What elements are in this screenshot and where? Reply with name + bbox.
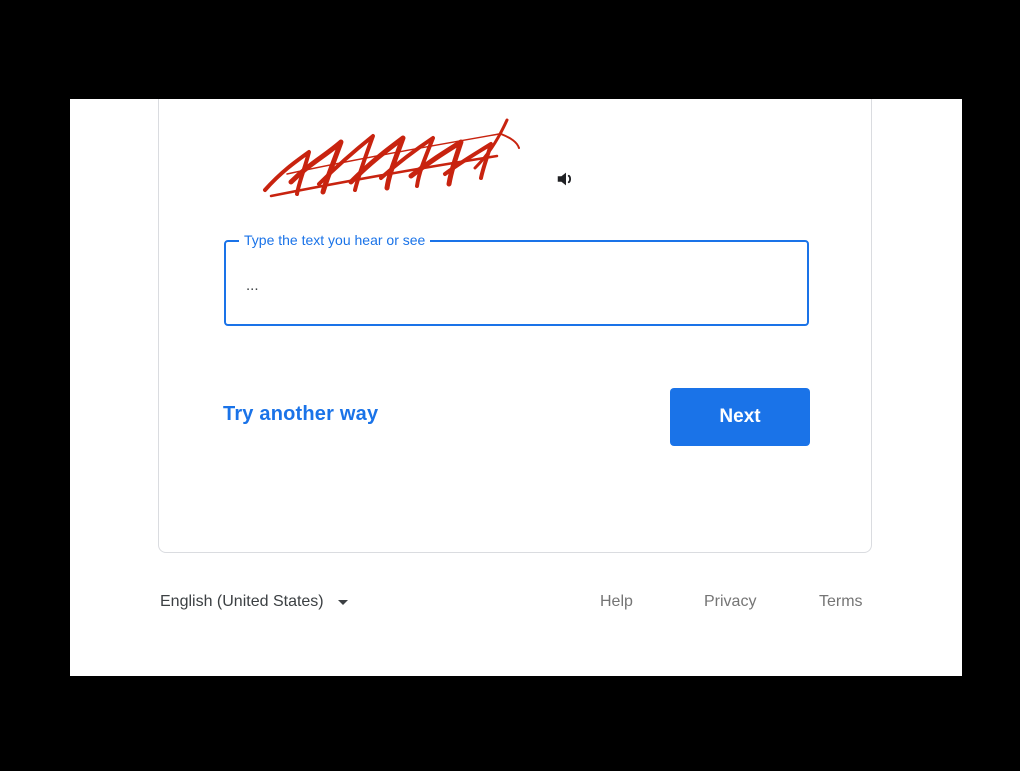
captcha-input[interactable] — [246, 274, 786, 296]
captcha-image — [263, 118, 520, 198]
speaker-icon — [557, 172, 572, 186]
privacy-link[interactable]: Privacy — [704, 593, 756, 611]
play-audio-button[interactable] — [553, 166, 579, 192]
language-selector[interactable]: English (United States) — [160, 593, 348, 611]
next-button[interactable]: Next — [670, 388, 810, 446]
captcha-text-field: Type the text you hear or see — [224, 230, 809, 326]
captcha-field-label: Type the text you hear or see — [239, 230, 431, 250]
signin-page: Type the text you hear or see Try anothe… — [70, 99, 962, 676]
terms-link[interactable]: Terms — [819, 593, 863, 611]
language-label: English (United States) — [160, 593, 324, 610]
help-link[interactable]: Help — [600, 593, 633, 611]
try-another-way-link[interactable]: Try another way — [223, 403, 378, 426]
dropdown-caret-icon — [337, 599, 348, 605]
footer: English (United States) Help Privacy Ter… — [160, 593, 874, 619]
signin-card: Type the text you hear or see Try anothe… — [158, 99, 872, 553]
